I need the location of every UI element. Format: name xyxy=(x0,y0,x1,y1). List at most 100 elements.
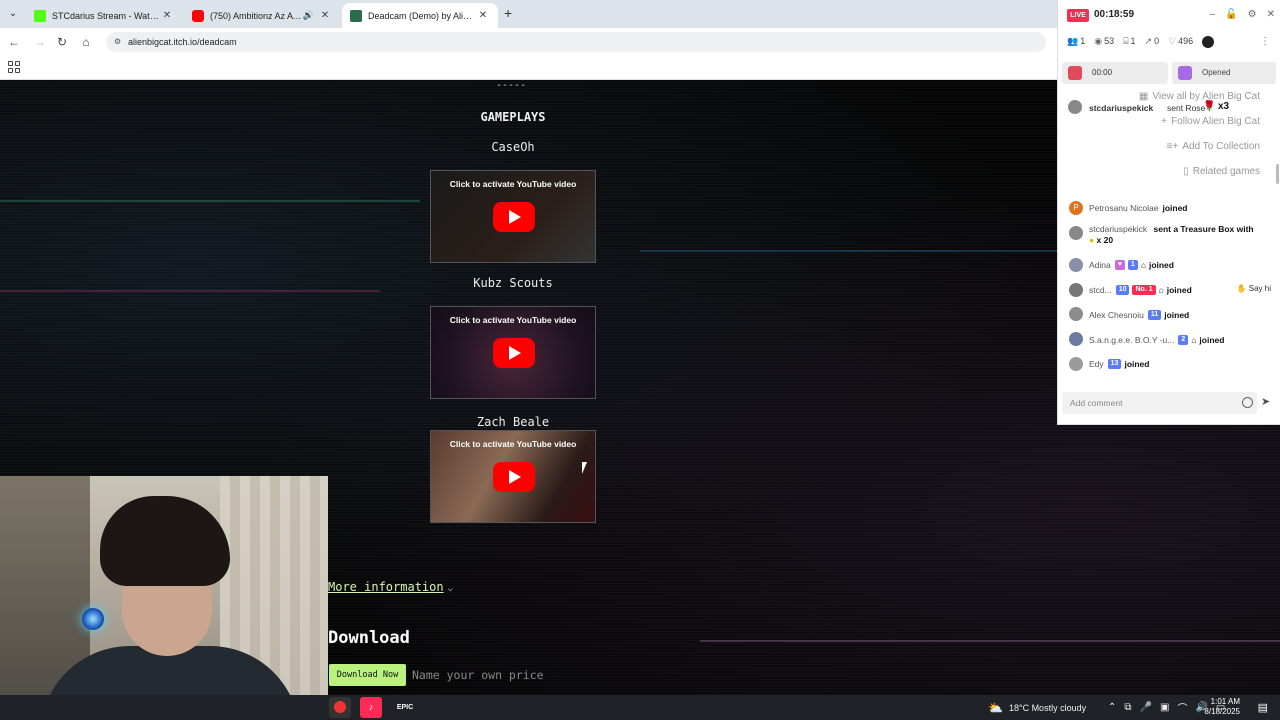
reload-icon[interactable]: ↻ xyxy=(54,34,70,50)
emoji-icon[interactable] xyxy=(1242,397,1253,408)
tray-app-icon[interactable]: ▣ xyxy=(1160,702,1169,713)
windows-taskbar: ♪ EPIC ⛅ 18°C Mostly cloudy ⌃ ⧉ 🎤 ▣ ⌒ 🔊 … xyxy=(0,695,1280,720)
taskbar-app-red-icon[interactable] xyxy=(329,697,351,718)
taskbar-clock[interactable]: 1:01 AM 8/18/2025 xyxy=(1204,697,1240,717)
shares-stat: ↗ 0 xyxy=(1144,36,1160,46)
wave-hand-icon: ✋ xyxy=(1236,283,1247,293)
coin-icon: ● xyxy=(1089,234,1095,245)
tab-youtube-ambitionz[interactable]: (750) Ambitionz Az A Ridah 🔊 ✕ xyxy=(184,3,340,28)
tab-search-chevron-icon[interactable]: ⌄ xyxy=(4,5,22,23)
close-icon[interactable]: ✕ xyxy=(1267,9,1275,20)
taskbar-epic-games-icon[interactable]: EPIC xyxy=(394,697,416,718)
more-options-icon[interactable]: ⋮ xyxy=(1260,36,1270,47)
say-hi-button[interactable]: ✋ Say hi xyxy=(1237,284,1271,293)
cloud-sun-icon: ⛅ xyxy=(988,700,1003,715)
fan-heart-icon: ♥ xyxy=(1114,260,1125,271)
chat-item: stcd... 10 No. 1 ⌂ joined ✋ Say hi xyxy=(1058,278,1280,303)
chat-avatar xyxy=(1069,225,1083,240)
home-badge-icon: ⌂ xyxy=(1140,260,1146,271)
chat-avatar xyxy=(1069,307,1083,322)
close-tab-icon[interactable]: ✕ xyxy=(476,10,490,21)
youtube-embed-kubz-scouts[interactable]: Click to activate YouTube video xyxy=(430,306,596,399)
add-to-collection-button[interactable]: ≡+ Add To Collection xyxy=(1167,141,1260,152)
live-stats: 👥 1 ◉ 53 ⌸ 1 ↗ 0 ♡ 496 xyxy=(1067,36,1215,48)
itch-favicon-icon xyxy=(350,9,362,22)
map-icon: ▯ xyxy=(1183,166,1189,177)
home-badge-icon: ⌂ xyxy=(1191,334,1197,345)
gifts-stat: ⌸ 1 xyxy=(1123,36,1136,46)
play-button-icon[interactable] xyxy=(493,462,535,492)
window-controls: – 🔓 ⚙ ✕ xyxy=(1210,9,1275,20)
notification-icon[interactable]: ▤ xyxy=(1258,701,1268,714)
follow-icon: + xyxy=(1161,116,1168,127)
tab-stcdarius-stream[interactable]: STCdarius Stream - Watch Live ✕ xyxy=(26,3,182,28)
chat-item: P Petrosanu Nicolae joined xyxy=(1058,196,1280,221)
chat-avatar xyxy=(1069,332,1083,347)
youtube-embed-zach-beale[interactable]: Click to activate YouTube video xyxy=(430,430,596,523)
gameplays-heading: GAMEPLAYS xyxy=(480,110,546,124)
play-button-icon[interactable] xyxy=(493,202,535,232)
timer-widget-icon xyxy=(1068,66,1082,80)
live-badge: LIVE xyxy=(1067,9,1089,22)
chat-avatar xyxy=(1069,282,1083,297)
youtube-embed-caseoh[interactable]: Click to activate YouTube video xyxy=(430,170,596,263)
share-icon: ↗ xyxy=(1144,36,1153,46)
headset-light xyxy=(82,608,104,630)
timer-widget[interactable]: 00:00 xyxy=(1062,62,1168,84)
mouse-cursor-icon xyxy=(582,462,591,474)
separator-line: ----- xyxy=(496,80,527,91)
send-icon[interactable]: ➤ xyxy=(1261,395,1270,408)
forward-arrow-icon[interactable]: → xyxy=(32,34,48,50)
glitch-band xyxy=(700,640,1280,642)
tray-app-icon[interactable]: ⧉ xyxy=(1124,702,1131,713)
close-tab-icon[interactable]: ✕ xyxy=(160,10,174,21)
home-badge-icon: ⌂ xyxy=(1158,284,1164,295)
home-icon[interactable]: ⌂ xyxy=(78,34,94,50)
weather-widget[interactable]: ⛅ 18°C Mostly cloudy xyxy=(988,695,1086,720)
add-comment-input[interactable]: Add comment xyxy=(1062,392,1257,414)
tab-deadcam[interactable]: Deadcam (Demo) by Alien Big ✕ xyxy=(342,3,498,28)
back-arrow-icon[interactable]: ← xyxy=(6,34,22,50)
download-now-button[interactable]: Download Now xyxy=(329,664,406,686)
youtube-favicon-icon xyxy=(192,9,204,22)
treasure-widget[interactable]: Opened xyxy=(1172,62,1276,84)
tray-chevron-up-icon[interactable]: ⌃ xyxy=(1108,702,1116,713)
apps-grid-icon[interactable] xyxy=(8,61,20,73)
settings-icon[interactable]: ⚙ xyxy=(1248,9,1257,20)
taskbar-tiktok-icon[interactable]: ♪ xyxy=(360,697,382,718)
close-tab-icon[interactable]: ✕ xyxy=(318,10,332,21)
chat-item: Alex Chesnoiu 11 joined xyxy=(1058,302,1280,327)
follow-author-button[interactable]: + Follow Alien Big Cat xyxy=(1161,116,1260,127)
url-field[interactable]: ⚙ alienbigcat.itch.io/deadcam xyxy=(106,32,1046,52)
live-chat-list: P Petrosanu Nicolae joined stcdariuspeki… xyxy=(1058,196,1280,377)
chat-item: Adina ♥ 1 ⌂ joined xyxy=(1058,253,1280,278)
view-all-by-author-button[interactable]: ▦ View all by Alien Big Cat xyxy=(1139,91,1260,102)
chat-avatar xyxy=(1069,257,1083,272)
kick-favicon-icon xyxy=(34,9,46,22)
rose-icon: 🌹 xyxy=(1203,101,1216,112)
eye-icon: ◉ xyxy=(1094,36,1103,46)
related-games-button[interactable]: ▯ Related games xyxy=(1183,166,1260,177)
collection-icon: ≡+ xyxy=(1166,141,1179,152)
chat-item: Edy 13 joined xyxy=(1058,352,1280,377)
live-timer: 00:18:59 xyxy=(1094,9,1135,20)
chat-item: S.a.n.g.e.e. B.O.Y -u... 2 ⌂ joined xyxy=(1058,327,1280,352)
new-tab-plus-icon[interactable]: + xyxy=(504,5,512,21)
network-icon[interactable]: ⌒ xyxy=(1177,700,1187,715)
more-information-link[interactable]: More information ⌵ xyxy=(328,580,453,594)
viewers-stat: ◉ 53 xyxy=(1094,36,1115,46)
video-title-zach-beale: Zach Beale xyxy=(476,415,550,429)
host-avatar[interactable] xyxy=(1202,36,1215,48)
glitch-band xyxy=(0,290,380,292)
download-heading: Download xyxy=(328,628,410,648)
lock-icon[interactable]: 🔓 xyxy=(1225,9,1237,20)
microphone-icon[interactable]: 🎤 xyxy=(1140,702,1152,713)
site-info-icon[interactable]: ⚙ xyxy=(114,32,121,52)
minimize-icon[interactable]: – xyxy=(1210,9,1216,20)
play-button-icon[interactable] xyxy=(493,338,535,368)
speaker-icon[interactable]: 🔊 xyxy=(303,10,314,21)
heart-icon: ♡ xyxy=(1168,36,1177,46)
chat-item-gift: stcdariuspekick sent a Treasure Box with… xyxy=(1058,221,1280,253)
chat-scrollbar[interactable] xyxy=(1276,164,1279,184)
glitch-band xyxy=(640,250,1060,252)
